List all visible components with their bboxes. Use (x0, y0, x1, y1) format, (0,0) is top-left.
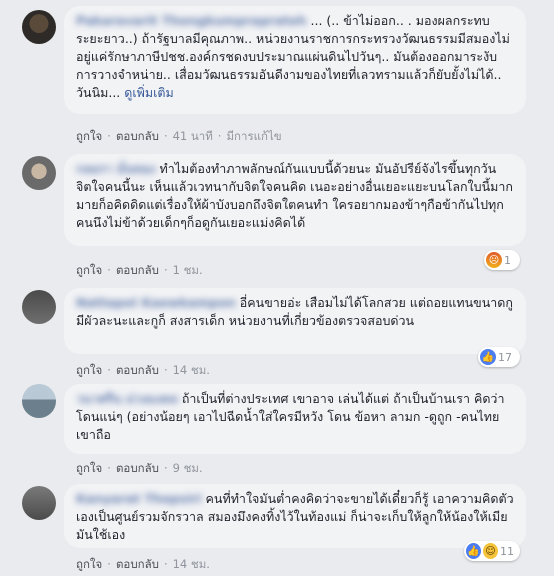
like-link[interactable]: ถูกใจ (76, 557, 102, 571)
avatar[interactable] (22, 290, 56, 324)
comment-time[interactable]: 41 นาที (173, 129, 213, 143)
comment-bubble: Pakaravarit Thongkumpraprateh ... (.. ข้… (64, 6, 526, 114)
comment-actions: ถูกใจ · ตอบกลับ · 1 ชม. (76, 263, 203, 277)
like-link[interactable]: ถูกใจ (76, 363, 102, 377)
reply-link[interactable]: ตอบกลับ (116, 363, 159, 377)
avatar[interactable] (22, 156, 56, 190)
comment-feed: Pakaravarit Thongkumpraprateh ... (.. ข้… (0, 0, 554, 576)
reaction-summary[interactable]: ☹ 1 (484, 250, 520, 270)
reaction-summary[interactable]: 👍 ☺ 11 (464, 541, 520, 561)
edited-label[interactable]: มีการแก้ไข (226, 129, 281, 143)
like-link[interactable]: ถูกใจ (76, 129, 102, 143)
comment-time[interactable]: 14 ชม. (173, 557, 210, 571)
avatar[interactable] (22, 10, 56, 44)
comment-author[interactable]: Kanyarat Thepsiri (76, 491, 202, 506)
comment-bubble: Nattapol Kaewkampon อี่คนขายอ่ะ เสือมไม่… (64, 288, 526, 354)
comment-actions: ถูกใจ · ตอบกลับ · 41 นาที · มีการแก้ไข (76, 129, 282, 143)
reaction-count: 17 (498, 350, 512, 364)
like-link[interactable]: ถูกใจ (76, 263, 102, 277)
comment-author[interactable]: กลอรา มั่นทอง (76, 161, 155, 176)
comment-actions: ถูกใจ · ตอบกลับ · 14 ชม. (76, 557, 210, 571)
comment-bubble: Kanyarat Thepsiri คนที่ทำใจมันต่ำคงคิดว่… (64, 484, 526, 548)
reaction-count: 11 (500, 544, 514, 558)
comment-author[interactable]: วนาศรีน ม่วงมงคล (76, 391, 178, 406)
like-link[interactable]: ถูกใจ (76, 461, 102, 475)
reply-link[interactable]: ตอบกลับ (116, 461, 159, 475)
comment-author[interactable]: Nattapol Kaewkampon (76, 295, 236, 310)
avatar[interactable] (22, 486, 56, 520)
angry-reaction-icon: ☹ (486, 252, 502, 268)
comment-time[interactable]: 1 ชม. (173, 263, 203, 277)
reply-link[interactable]: ตอบกลับ (116, 263, 159, 277)
comment-time[interactable]: 14 ชม. (173, 363, 210, 377)
comment-time[interactable]: 9 ชม. (173, 461, 203, 475)
comment-actions: ถูกใจ · ตอบกลับ · 9 ชม. (76, 461, 203, 475)
reply-link[interactable]: ตอบกลับ (116, 557, 159, 571)
reaction-summary[interactable]: 👍 17 (478, 347, 520, 367)
reply-link[interactable]: ตอบกลับ (116, 129, 159, 143)
comment-actions: ถูกใจ · ตอบกลับ · 14 ชม. (76, 363, 210, 377)
wow-reaction-icon: ☺ (483, 543, 498, 559)
like-reaction-icon: 👍 (466, 543, 481, 559)
comment-author[interactable]: Pakaravarit Thongkumpraprateh (76, 13, 307, 28)
see-more-link[interactable]: ดูเพิ่มเติม (124, 85, 174, 100)
comment-bubble: วนาศรีน ม่วงมงคล ถ้าเป็นที่ต่างประเทศ เข… (64, 384, 526, 454)
like-reaction-icon: 👍 (480, 349, 496, 365)
avatar[interactable] (22, 384, 56, 418)
reaction-count: 1 (504, 253, 511, 267)
comment-bubble: กลอรา มั่นทอง ทำไมต้องทำภาพลักษณ์กันแบบน… (64, 154, 526, 246)
